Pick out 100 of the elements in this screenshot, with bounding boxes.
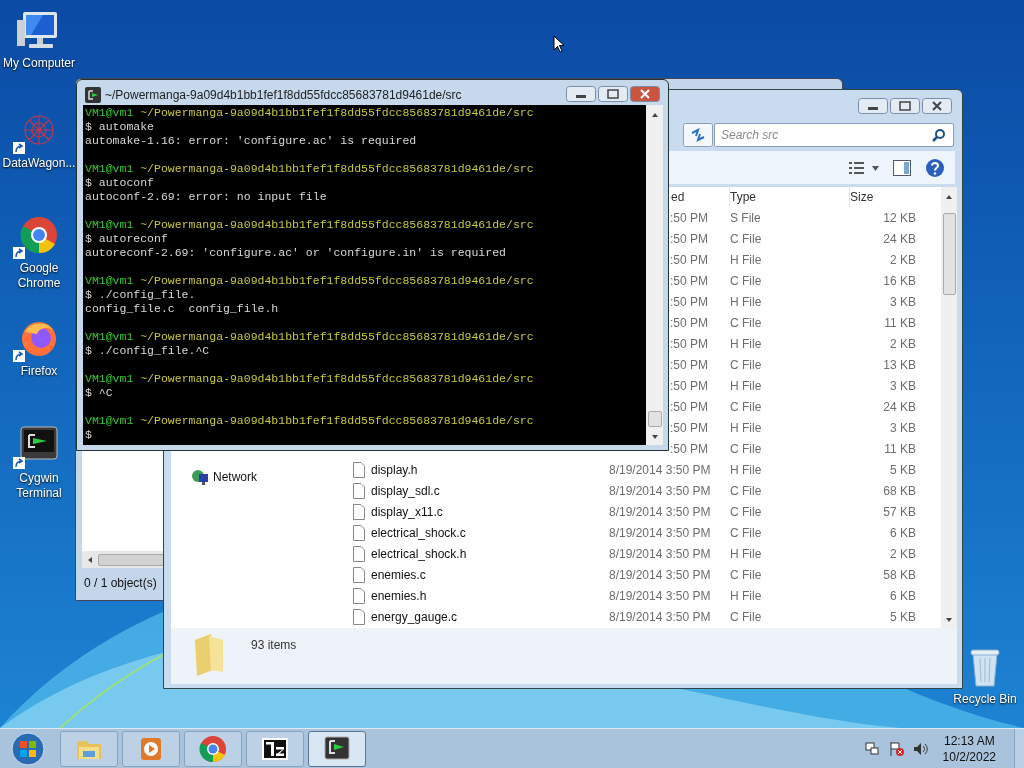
- date-cell-text: :50 PM: [670, 230, 708, 248]
- column-header[interactable]: Type: [730, 188, 756, 206]
- type-cell-text: C File: [730, 398, 762, 416]
- size-cell-text: 2 KB: [890, 545, 916, 563]
- scroll-up-icon[interactable]: [650, 111, 659, 119]
- date-cell-text: 8/19/2014 3:50 PM: [609, 524, 711, 542]
- type-cell-text: H File: [730, 587, 762, 605]
- speaker-icon[interactable]: [912, 741, 929, 756]
- date-cell-text: :50 PM: [670, 251, 708, 269]
- preview-pane-icon[interactable]: [893, 159, 911, 176]
- file-name[interactable]: enemies.h: [371, 586, 427, 605]
- size-cell-text: 11 KB: [884, 440, 916, 458]
- close-button[interactable]: [922, 98, 952, 114]
- type-cell-text: C File: [730, 482, 762, 500]
- size-cell-text: 3 KB: [890, 293, 916, 311]
- command-line: $ automake: [85, 120, 155, 134]
- size-cell-text: 24 KB: [883, 398, 916, 416]
- window-title: ~/Powermanga-9a09d4b1bb1fef1f8dd55fdcc85683781d9461de/src: [105, 87, 462, 104]
- date-cell-text: :50 PM: [670, 293, 708, 311]
- size-cell-text: 6 KB: [890, 587, 916, 605]
- date-cell-text: :50 PM: [670, 209, 708, 227]
- terminal-app-icon: [85, 87, 101, 103]
- minimize-button[interactable]: [566, 86, 596, 102]
- taskbar-button[interactable]: [308, 730, 366, 767]
- prompt-line: VM1@vm1 ~/Powermanga-9a09d4b1bb1fef1f8dd55fdcc85683781d9461de/src: [85, 414, 535, 428]
- nav-item[interactable]: Network: [191, 468, 331, 486]
- view-options-icon[interactable]: [849, 160, 879, 175]
- file-icon: [353, 566, 365, 583]
- size-cell-text: 3 KB: [890, 419, 916, 437]
- file-name[interactable]: display.h: [371, 460, 418, 479]
- type-cell-text: C File: [730, 230, 762, 248]
- scrollbar-thumb[interactable]: [647, 411, 662, 427]
- size-cell-text: 2 KB: [890, 335, 916, 353]
- action-center-flag-icon[interactable]: [888, 740, 905, 757]
- desktop-icon-label[interactable]: Cygwin Terminal: [0, 471, 78, 501]
- type-cell-text: C File: [730, 356, 762, 374]
- type-cell-text: C File: [730, 440, 762, 458]
- file-icon: [353, 524, 365, 541]
- scroll-left-icon[interactable]: [86, 555, 94, 564]
- size-cell-text: 57 KB: [883, 503, 916, 521]
- desktop-icon-label[interactable]: DataWagon...: [2, 156, 76, 171]
- file-name[interactable]: display_x11.c: [371, 502, 443, 521]
- output-line: autoreconf-2.69: 'configure.ac' or 'configure.in' is required: [85, 246, 507, 260]
- file-icon: [353, 482, 365, 499]
- type-cell-text: H File: [730, 545, 762, 563]
- close-button[interactable]: [630, 86, 660, 102]
- search-icon[interactable]: [932, 128, 946, 142]
- type-cell-text: H File: [730, 377, 762, 395]
- file-name[interactable]: enemies.c: [371, 565, 426, 584]
- file-name[interactable]: electrical_shock.c: [371, 523, 466, 542]
- file-name[interactable]: display_sdl.c: [371, 481, 440, 500]
- desktop-icon-label[interactable]: Recycle Bin: [953, 692, 1017, 707]
- date-cell-text: :50 PM: [670, 398, 708, 416]
- scroll-down-icon[interactable]: [945, 616, 953, 624]
- type-cell-text: C File: [730, 524, 762, 542]
- file-icon: [353, 461, 365, 478]
- scroll-up-icon[interactable]: [945, 193, 953, 201]
- column-header[interactable]: ed: [671, 188, 685, 206]
- command-line: $ ./config_file.^C: [85, 344, 211, 358]
- date-cell-text: :50 PM: [670, 419, 708, 437]
- command-line: $ ./config_file.: [85, 288, 197, 302]
- network-icon[interactable]: [864, 741, 879, 756]
- maximize-button[interactable]: [598, 86, 628, 102]
- taskbar-button[interactable]: [246, 730, 304, 767]
- date-cell-text: 8/19/2014 3:50 PM: [609, 608, 711, 626]
- output-line: autoconf-2.69: error: no input file: [85, 190, 328, 204]
- size-cell-text: 3 KB: [890, 377, 916, 395]
- refresh-button[interactable]: [683, 123, 713, 147]
- maximize-button[interactable]: [890, 98, 920, 114]
- scroll-down-icon[interactable]: [650, 433, 659, 441]
- item-count: 93 items: [251, 637, 297, 654]
- desktop-icon-label[interactable]: Google Chrome: [0, 261, 78, 291]
- date-cell-text: :50 PM: [670, 377, 708, 395]
- date-cell-text: :50 PM: [670, 314, 708, 332]
- date-cell-text: 8/19/2014 3:50 PM: [609, 545, 711, 563]
- scrollbar-thumb[interactable]: [942, 213, 956, 295]
- type-cell-text: H File: [730, 461, 762, 479]
- file-name[interactable]: electrical_shock.h: [371, 544, 467, 563]
- search-field[interactable]: Search src: [714, 123, 954, 147]
- prompt-line: VM1@vm1 ~/Powermanga-9a09d4b1bb1fef1f8dd55fdcc85683781d9461de/src: [85, 106, 535, 120]
- network-globe-icon: [191, 469, 209, 485]
- date-cell-text: 8/19/2014 3:50 PM: [609, 482, 711, 500]
- desktop-icon-label[interactable]: My Computer: [3, 56, 75, 71]
- date-cell-text: :50 PM: [670, 335, 708, 353]
- output-line: automake-1.16: error: 'configure.ac' is required: [85, 134, 418, 148]
- file-name[interactable]: energy_gauge.c: [371, 607, 458, 626]
- start-button[interactable]: [8, 730, 48, 767]
- type-cell-text: H File: [730, 419, 762, 437]
- date-cell-text: :50 PM: [670, 356, 708, 374]
- mouse-cursor-icon: [553, 35, 565, 53]
- scrollbar-thumb[interactable]: [98, 553, 164, 566]
- minimize-button[interactable]: [858, 98, 888, 114]
- type-cell-text: H File: [730, 335, 762, 353]
- desktop-icon-label[interactable]: Firefox: [20, 364, 58, 379]
- help-icon[interactable]: [925, 157, 945, 178]
- date-cell-text: :50 PM: [670, 440, 708, 458]
- size-cell-text: 5 KB: [890, 461, 916, 479]
- date-cell-text: 8/19/2014 3:50 PM: [609, 503, 711, 521]
- clock[interactable]: 12:13 AM 10/2/2022: [942, 732, 996, 765]
- column-header[interactable]: Size: [850, 188, 874, 206]
